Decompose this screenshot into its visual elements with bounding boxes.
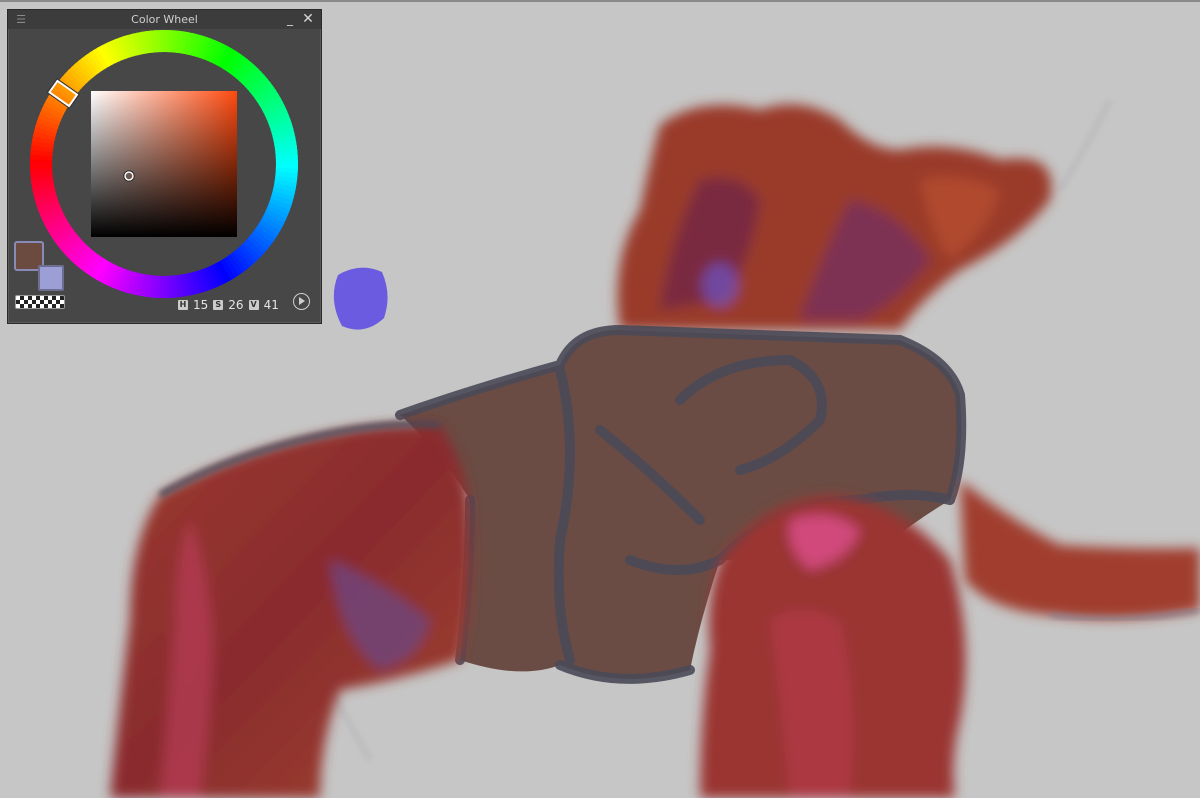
value-label: V bbox=[248, 300, 259, 310]
hue-value[interactable]: 15 bbox=[193, 298, 208, 312]
sub-color-swatch[interactable] bbox=[38, 265, 64, 291]
minimize-icon[interactable]: _ bbox=[281, 10, 299, 29]
color-wheel[interactable] bbox=[30, 30, 298, 298]
hsv-readout: H 15 S 26 V 41 bbox=[178, 297, 284, 313]
panel-title: Color Wheel bbox=[131, 13, 198, 26]
panel-titlebar[interactable]: Color Wheel ☰ _ ✕ bbox=[8, 10, 321, 29]
close-icon[interactable]: ✕ bbox=[299, 10, 317, 29]
value-value[interactable]: 41 bbox=[264, 298, 279, 312]
purple-paint-blob bbox=[333, 267, 388, 330]
color-mode-toggle-icon[interactable] bbox=[293, 293, 310, 310]
right-leg-paint bbox=[700, 495, 966, 798]
sv-square[interactable] bbox=[91, 91, 237, 237]
saturation-value[interactable]: 26 bbox=[228, 298, 243, 312]
hue-label: H bbox=[178, 300, 188, 310]
saturation-label: S bbox=[213, 300, 224, 310]
transparent-color-swatch[interactable] bbox=[15, 295, 65, 309]
color-wheel-panel: Color Wheel ☰ _ ✕ H 15 S 26 V 41 bbox=[7, 9, 322, 324]
hamburger-icon[interactable]: ☰ bbox=[12, 10, 30, 29]
